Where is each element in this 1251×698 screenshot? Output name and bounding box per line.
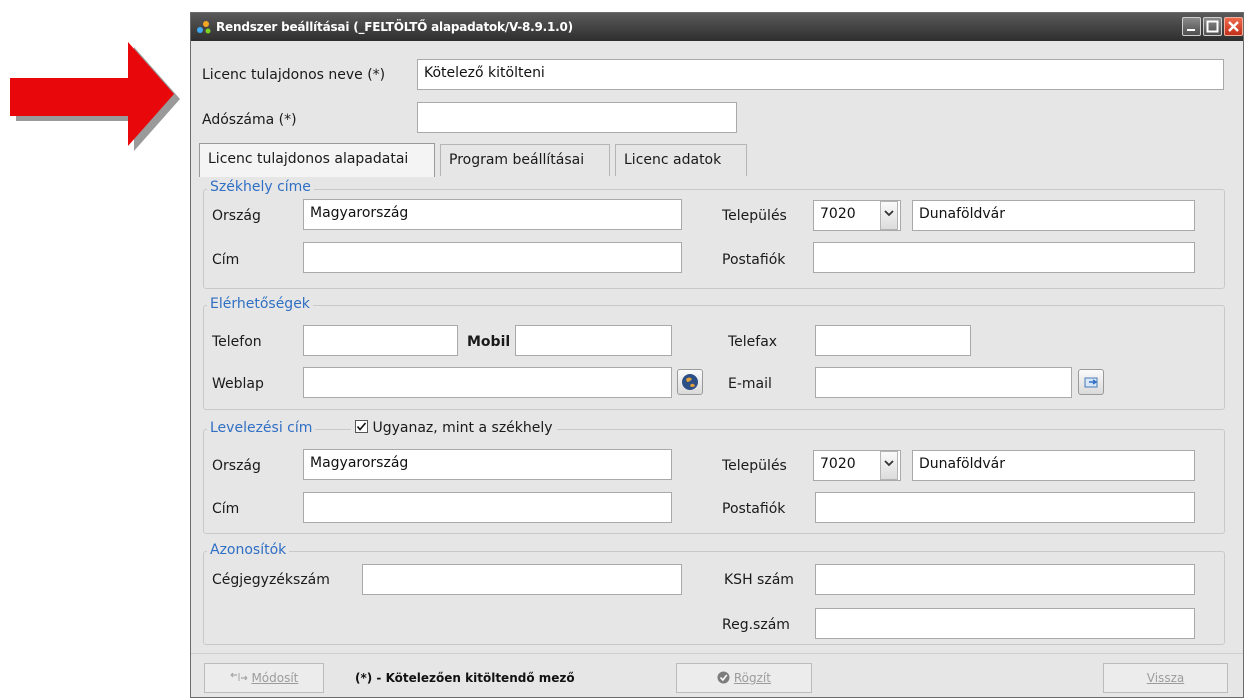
- tax-number-input[interactable]: [417, 102, 737, 133]
- seat-pobox-label: Postafiók: [722, 252, 786, 268]
- mailing-zip-dropdown-button[interactable]: [880, 451, 898, 480]
- company-reg-input[interactable]: [362, 564, 682, 595]
- close-button[interactable]: [1224, 17, 1243, 36]
- chevron-down-icon: [884, 460, 894, 467]
- fax-label: Telefax: [728, 334, 778, 350]
- back-button-label: Vissza: [1146, 671, 1185, 685]
- maximize-button[interactable]: [1203, 17, 1222, 36]
- mailing-city-input[interactable]: Dunaföldvár: [912, 450, 1195, 481]
- phone-label: Telefon: [212, 334, 262, 350]
- ksh-label: KSH szám: [724, 572, 794, 588]
- phone-input[interactable]: [303, 325, 458, 356]
- send-email-button[interactable]: [1078, 369, 1104, 395]
- reg-number-label: Reg.szám: [722, 617, 790, 633]
- mailing-address-label: Cím: [212, 501, 240, 517]
- seat-country-input[interactable]: Magyarország: [303, 199, 682, 230]
- modify-button-label: Módosít: [251, 671, 299, 685]
- seat-address-input[interactable]: [303, 242, 682, 273]
- mobile-input[interactable]: [515, 325, 672, 356]
- save-button-label: Rögzít: [733, 671, 771, 685]
- red-arrow-icon: [10, 42, 180, 151]
- same-as-seat-label: Ugyanaz, mint a székhely: [372, 420, 553, 436]
- open-web-button[interactable]: [677, 369, 703, 395]
- email-label: E-mail: [728, 376, 772, 392]
- back-button[interactable]: Vissza: [1103, 663, 1228, 693]
- reg-number-input[interactable]: [815, 608, 1195, 639]
- checkbox-checked-icon: [355, 420, 368, 433]
- tab-program-settings[interactable]: Program beállításai: [440, 144, 610, 176]
- window-title: Rendszer beállításai (_FELTÖLTŐ alapadat…: [216, 20, 573, 34]
- email-input[interactable]: [815, 367, 1072, 398]
- mailing-pobox-label: Postafiók: [722, 501, 786, 517]
- close-icon: [1228, 21, 1239, 32]
- required-fields-note: (*) - Kötelezően kitöltendő mező: [355, 671, 575, 685]
- tab-owner-basic-data[interactable]: Licenc tulajdonos alapadatai: [199, 143, 435, 177]
- tab-license-data[interactable]: Licenc adatok: [615, 144, 747, 176]
- seat-zip-dropdown-button[interactable]: [880, 201, 898, 230]
- save-button[interactable]: Rögzít: [676, 663, 812, 693]
- email-icon: [1084, 377, 1098, 388]
- identifiers-legend: Azonosítók: [207, 542, 290, 558]
- checkmark-icon: [717, 671, 730, 684]
- same-as-seat-checkbox[interactable]: Ugyanaz, mint a székhely: [351, 420, 557, 436]
- seat-city-input[interactable]: Dunaföldvár: [912, 200, 1195, 231]
- mailing-address-input[interactable]: [303, 492, 672, 523]
- mailing-address-legend: Levelezési cím: [207, 420, 316, 436]
- seat-city-label: Település: [722, 208, 787, 224]
- minimize-button[interactable]: [1182, 17, 1201, 36]
- seat-address-label: Cím: [212, 252, 240, 268]
- fax-input[interactable]: [815, 325, 971, 356]
- tax-number-label: Adószáma (*): [202, 112, 297, 128]
- chevron-down-icon: [884, 210, 894, 217]
- mobile-label: Mobil: [467, 334, 511, 350]
- minimize-icon: [1187, 29, 1195, 31]
- footer-divider: [191, 653, 1243, 654]
- ksh-input[interactable]: [815, 564, 1195, 595]
- mailing-country-label: Ország: [212, 458, 261, 474]
- title-bar[interactable]: Rendszer beállításai (_FELTÖLTŐ alapadat…: [191, 13, 1243, 41]
- owner-name-label: Licenc tulajdonos neve (*): [202, 67, 386, 83]
- globe-icon: [682, 374, 698, 390]
- owner-name-input[interactable]: Kötelező kitölteni: [417, 59, 1224, 90]
- maximize-icon: [1206, 20, 1219, 33]
- modify-button[interactable]: Módosít: [204, 663, 324, 693]
- mailing-pobox-input[interactable]: [815, 492, 1195, 523]
- contacts-legend: Elérhetőségek: [207, 296, 313, 312]
- app-icon: [197, 21, 211, 34]
- mailing-country-input[interactable]: Magyarország: [303, 449, 672, 480]
- settings-window: Rendszer beállításai (_FELTÖLTŐ alapadat…: [190, 12, 1244, 698]
- swap-arrows-icon: [230, 672, 248, 681]
- web-label: Weblap: [212, 376, 264, 392]
- web-input[interactable]: [303, 367, 672, 398]
- company-reg-label: Cégjegyzékszám: [212, 572, 330, 588]
- seat-address-legend: Székhely címe: [207, 179, 314, 195]
- seat-country-label: Ország: [212, 208, 261, 224]
- seat-pobox-input[interactable]: [813, 242, 1195, 273]
- mailing-city-label: Település: [722, 458, 787, 474]
